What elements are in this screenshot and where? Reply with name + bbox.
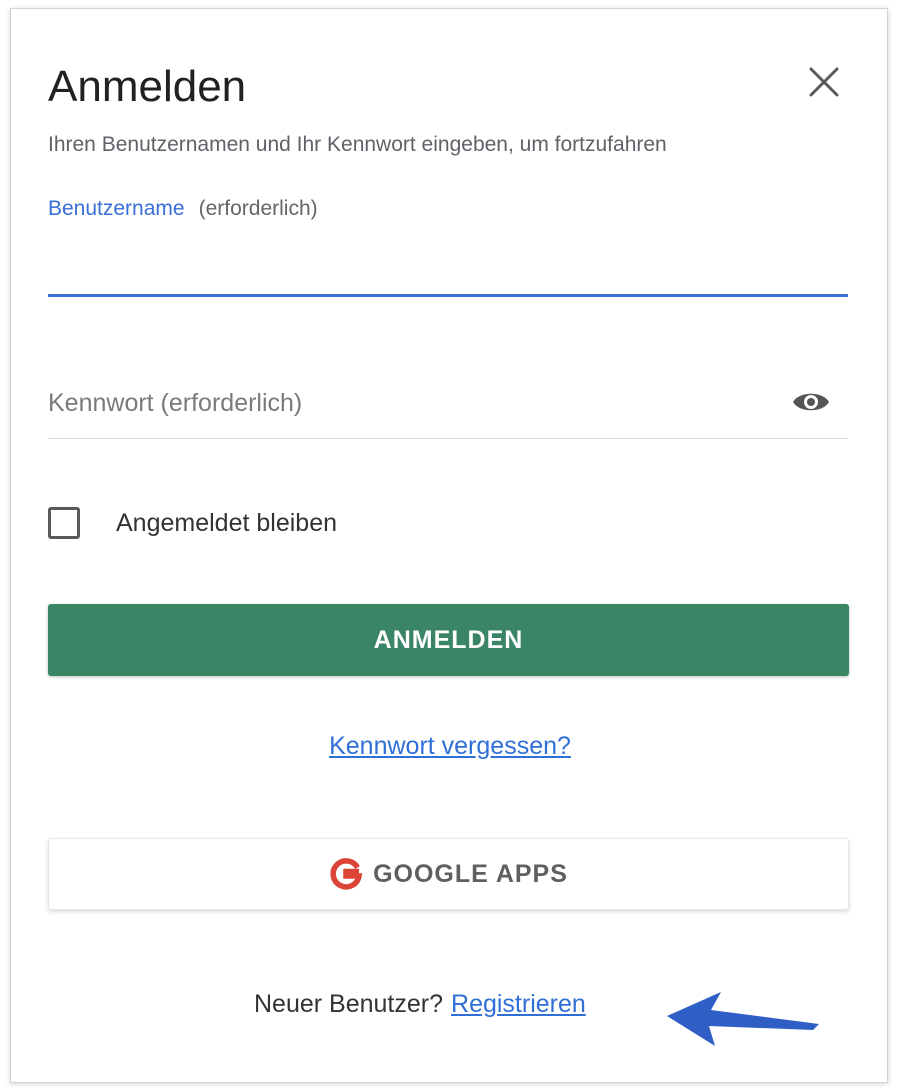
close-icon: [809, 67, 839, 97]
remember-me-checkbox[interactable]: [48, 507, 80, 539]
username-input[interactable]: [48, 231, 848, 297]
google-apps-label: GOOGLE APPS: [373, 859, 568, 888]
username-required-text: (erforderlich): [198, 197, 318, 220]
register-prompt: Neuer Benutzer?: [254, 990, 444, 1018]
dialog-title: Anmelden: [48, 62, 247, 111]
forgot-password-row: Kennwort vergessen?: [11, 729, 889, 763]
dialog-subtitle: Ihren Benutzernamen und Ihr Kennwort ein…: [48, 133, 667, 156]
show-password-button[interactable]: [791, 387, 831, 417]
eye-icon: [793, 393, 829, 411]
register-row: Neuer Benutzer? Registrieren: [254, 987, 586, 1021]
close-button[interactable]: [805, 63, 843, 101]
password-input[interactable]: [48, 369, 848, 439]
register-link[interactable]: Registrieren: [451, 990, 586, 1018]
google-g-icon: [330, 858, 363, 890]
login-dialog: Anmelden Ihren Benutzernamen und Ihr Ken…: [10, 8, 888, 1083]
remember-me-label[interactable]: Angemeldet bleiben: [116, 509, 337, 538]
login-button[interactable]: ANMELDEN: [48, 604, 849, 676]
remember-me-row: Angemeldet bleiben: [48, 505, 337, 541]
username-label: Benutzername (erforderlich): [48, 195, 318, 223]
username-label-text: Benutzername: [48, 197, 185, 220]
google-apps-button[interactable]: GOOGLE APPS: [48, 838, 849, 910]
forgot-password-link[interactable]: Kennwort vergessen?: [329, 732, 571, 760]
annotation-arrow-icon: [667, 992, 819, 1046]
